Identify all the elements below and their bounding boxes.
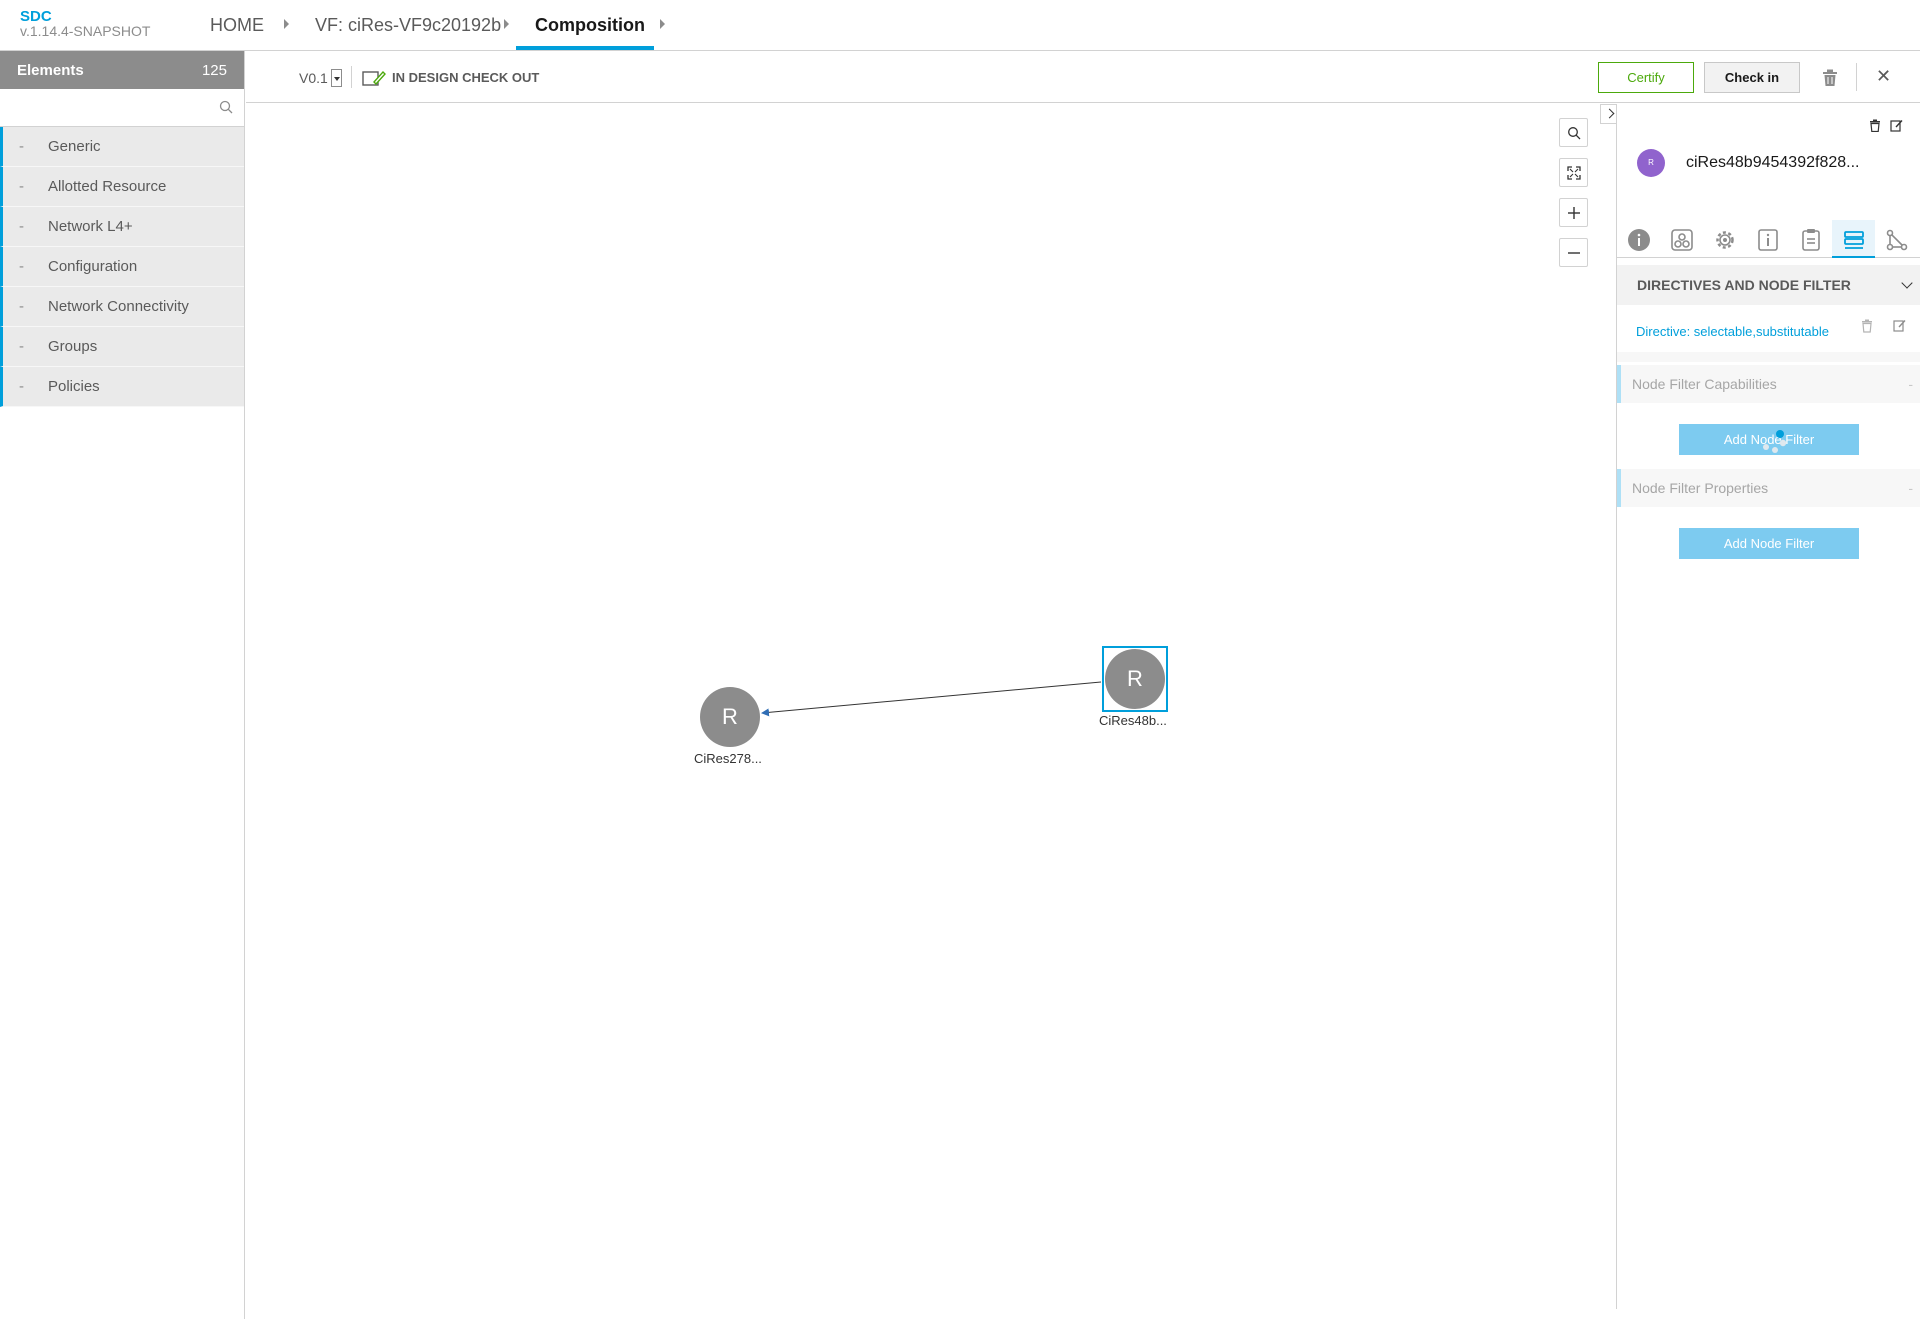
palette-group-policies[interactable]: - Policies bbox=[0, 367, 244, 407]
tab-requirements[interactable] bbox=[1789, 220, 1832, 258]
active-tab-indicator bbox=[516, 46, 654, 50]
workspace-toolbar: V0.1 IN DESIGN CHECK OUT Certify Check i… bbox=[246, 51, 1920, 103]
palette-search-input[interactable] bbox=[0, 89, 210, 126]
breadcrumb-vf[interactable]: VF: ciRes-VF9c20192b bbox=[315, 15, 501, 36]
node-filter-properties-header[interactable]: Node Filter Properties - bbox=[1617, 469, 1920, 507]
selected-component-node[interactable]: R bbox=[1105, 649, 1165, 709]
loading-spinner-icon bbox=[1763, 430, 1787, 453]
palette-group-label: Network Connectivity bbox=[48, 298, 189, 315]
expand-dash-icon: - bbox=[19, 258, 24, 275]
add-property-filter-button[interactable]: Add Node Filter bbox=[1679, 528, 1859, 559]
expand-dash-icon: - bbox=[19, 138, 24, 155]
palette-group-generic[interactable]: - Generic bbox=[0, 127, 244, 167]
check-in-button[interactable]: Check in bbox=[1704, 62, 1800, 93]
palette-group-label: Policies bbox=[48, 378, 100, 395]
brand[interactable]: SDC v.1.14.4-SNAPSHOT bbox=[20, 9, 150, 39]
directive-trash-icon[interactable] bbox=[1861, 319, 1873, 338]
subsection-title: Node Filter Properties bbox=[1632, 480, 1769, 496]
elements-palette: Elements 125 - Generic - Allotted Resource… bbox=[0, 51, 245, 1319]
expand-dash-icon: - bbox=[19, 338, 24, 355]
breadcrumb-home[interactable]: HOME bbox=[210, 15, 264, 36]
tab-information[interactable] bbox=[1746, 220, 1789, 258]
palette-title: Elements bbox=[17, 62, 84, 79]
subsection-title: Node Filter Capabilities bbox=[1632, 376, 1777, 392]
directive-value: Directive: selectable,substitutable bbox=[1636, 324, 1829, 339]
palette-count: 125 bbox=[201, 62, 227, 79]
tab-properties[interactable] bbox=[1703, 220, 1746, 258]
close-icon[interactable]: ✕ bbox=[1876, 66, 1891, 87]
artifacts-icon bbox=[1671, 229, 1693, 251]
app-name: SDC bbox=[20, 8, 52, 25]
toolbar-divider bbox=[351, 66, 352, 88]
palette-group-label: Configuration bbox=[48, 258, 138, 275]
version-label[interactable]: V0.1 bbox=[299, 70, 328, 86]
tab-relations[interactable] bbox=[1875, 220, 1918, 258]
layers-icon bbox=[1844, 231, 1864, 249]
search-icon[interactable] bbox=[219, 100, 233, 119]
toolbar-divider bbox=[1856, 63, 1857, 91]
top-header: SDC v.1.14.4-SNAPSHOT HOME VF: ciRes-VF9… bbox=[0, 0, 1920, 51]
breadcrumb-arrow-icon[interactable] bbox=[660, 19, 665, 29]
tab-directives-node-filter[interactable] bbox=[1832, 220, 1875, 258]
palette-group-label: Groups bbox=[48, 338, 98, 355]
expand-dash-icon: - bbox=[19, 218, 24, 235]
relation-edge[interactable] bbox=[246, 104, 1616, 1304]
panel-tabs bbox=[1617, 220, 1920, 258]
edit-icon[interactable] bbox=[1890, 119, 1903, 137]
component-node[interactable]: R bbox=[700, 687, 760, 747]
breadcrumb-arrow-icon[interactable] bbox=[504, 19, 509, 29]
instance-name: ciRes48b9454392f828... bbox=[1686, 154, 1860, 171]
gear-icon bbox=[1716, 231, 1734, 249]
palette-group-network-l4[interactable]: - Network L4+ bbox=[0, 207, 244, 247]
chevron-down-icon[interactable] bbox=[1901, 277, 1913, 289]
palette-group-allotted-resource[interactable]: - Allotted Resource bbox=[0, 167, 244, 207]
directive-edit-icon[interactable] bbox=[1893, 319, 1906, 337]
version-dropdown-icon[interactable] bbox=[331, 69, 342, 87]
tab-deployment-artifacts[interactable] bbox=[1660, 220, 1703, 258]
palette-group-configuration[interactable]: - Configuration bbox=[0, 247, 244, 287]
lifecycle-status: IN DESIGN CHECK OUT bbox=[392, 70, 540, 85]
breadcrumb-arrow-icon[interactable] bbox=[284, 19, 289, 29]
clipboard-icon bbox=[1802, 229, 1820, 251]
palette-search bbox=[0, 89, 244, 127]
expand-dash-icon: - bbox=[19, 378, 24, 395]
node-filter-capabilities-header[interactable]: Node Filter Capabilities - bbox=[1617, 365, 1920, 403]
directives-section-header[interactable]: DIRECTIVES AND NODE FILTER bbox=[1617, 265, 1920, 305]
component-node-label: CiRes278... bbox=[694, 751, 762, 766]
palette-header: Elements 125 bbox=[0, 51, 244, 89]
app-version: v.1.14.4-SNAPSHOT bbox=[20, 23, 151, 39]
info-box-icon bbox=[1758, 229, 1778, 251]
palette-group-label: Allotted Resource bbox=[48, 178, 167, 195]
palette-group-label: Network L4+ bbox=[48, 218, 133, 235]
composition-canvas[interactable]: R CiRes278... R CiRes48b... bbox=[246, 104, 1616, 1304]
section-title: DIRECTIVES AND NODE FILTER bbox=[1637, 277, 1851, 293]
expand-dash-icon: - bbox=[19, 298, 24, 315]
collapse-dash-icon[interactable]: - bbox=[1908, 376, 1913, 392]
palette-group-groups[interactable]: - Groups bbox=[0, 327, 244, 367]
trash-icon[interactable] bbox=[1869, 119, 1881, 137]
collapse-dash-icon[interactable]: - bbox=[1908, 480, 1913, 496]
component-node-label: CiRes48b... bbox=[1099, 713, 1167, 728]
check-out-status-icon bbox=[362, 69, 386, 92]
collapse-panel-button[interactable] bbox=[1600, 104, 1617, 124]
section-divider bbox=[1617, 352, 1920, 362]
avatar: R bbox=[1637, 149, 1665, 177]
details-panel: R ciRes48b9454392f828... DIRECTIVES AND … bbox=[1616, 104, 1920, 1309]
trash-icon[interactable] bbox=[1822, 69, 1838, 92]
expand-dash-icon: - bbox=[19, 178, 24, 195]
certify-button[interactable]: Certify bbox=[1598, 62, 1694, 93]
palette-group-network-connectivity[interactable]: - Network Connectivity bbox=[0, 287, 244, 327]
info-icon bbox=[1628, 229, 1650, 251]
palette-group-label: Generic bbox=[48, 138, 101, 155]
tab-general-info[interactable] bbox=[1617, 220, 1660, 258]
breadcrumb-composition[interactable]: Composition bbox=[535, 15, 645, 36]
relations-icon bbox=[1886, 229, 1908, 251]
